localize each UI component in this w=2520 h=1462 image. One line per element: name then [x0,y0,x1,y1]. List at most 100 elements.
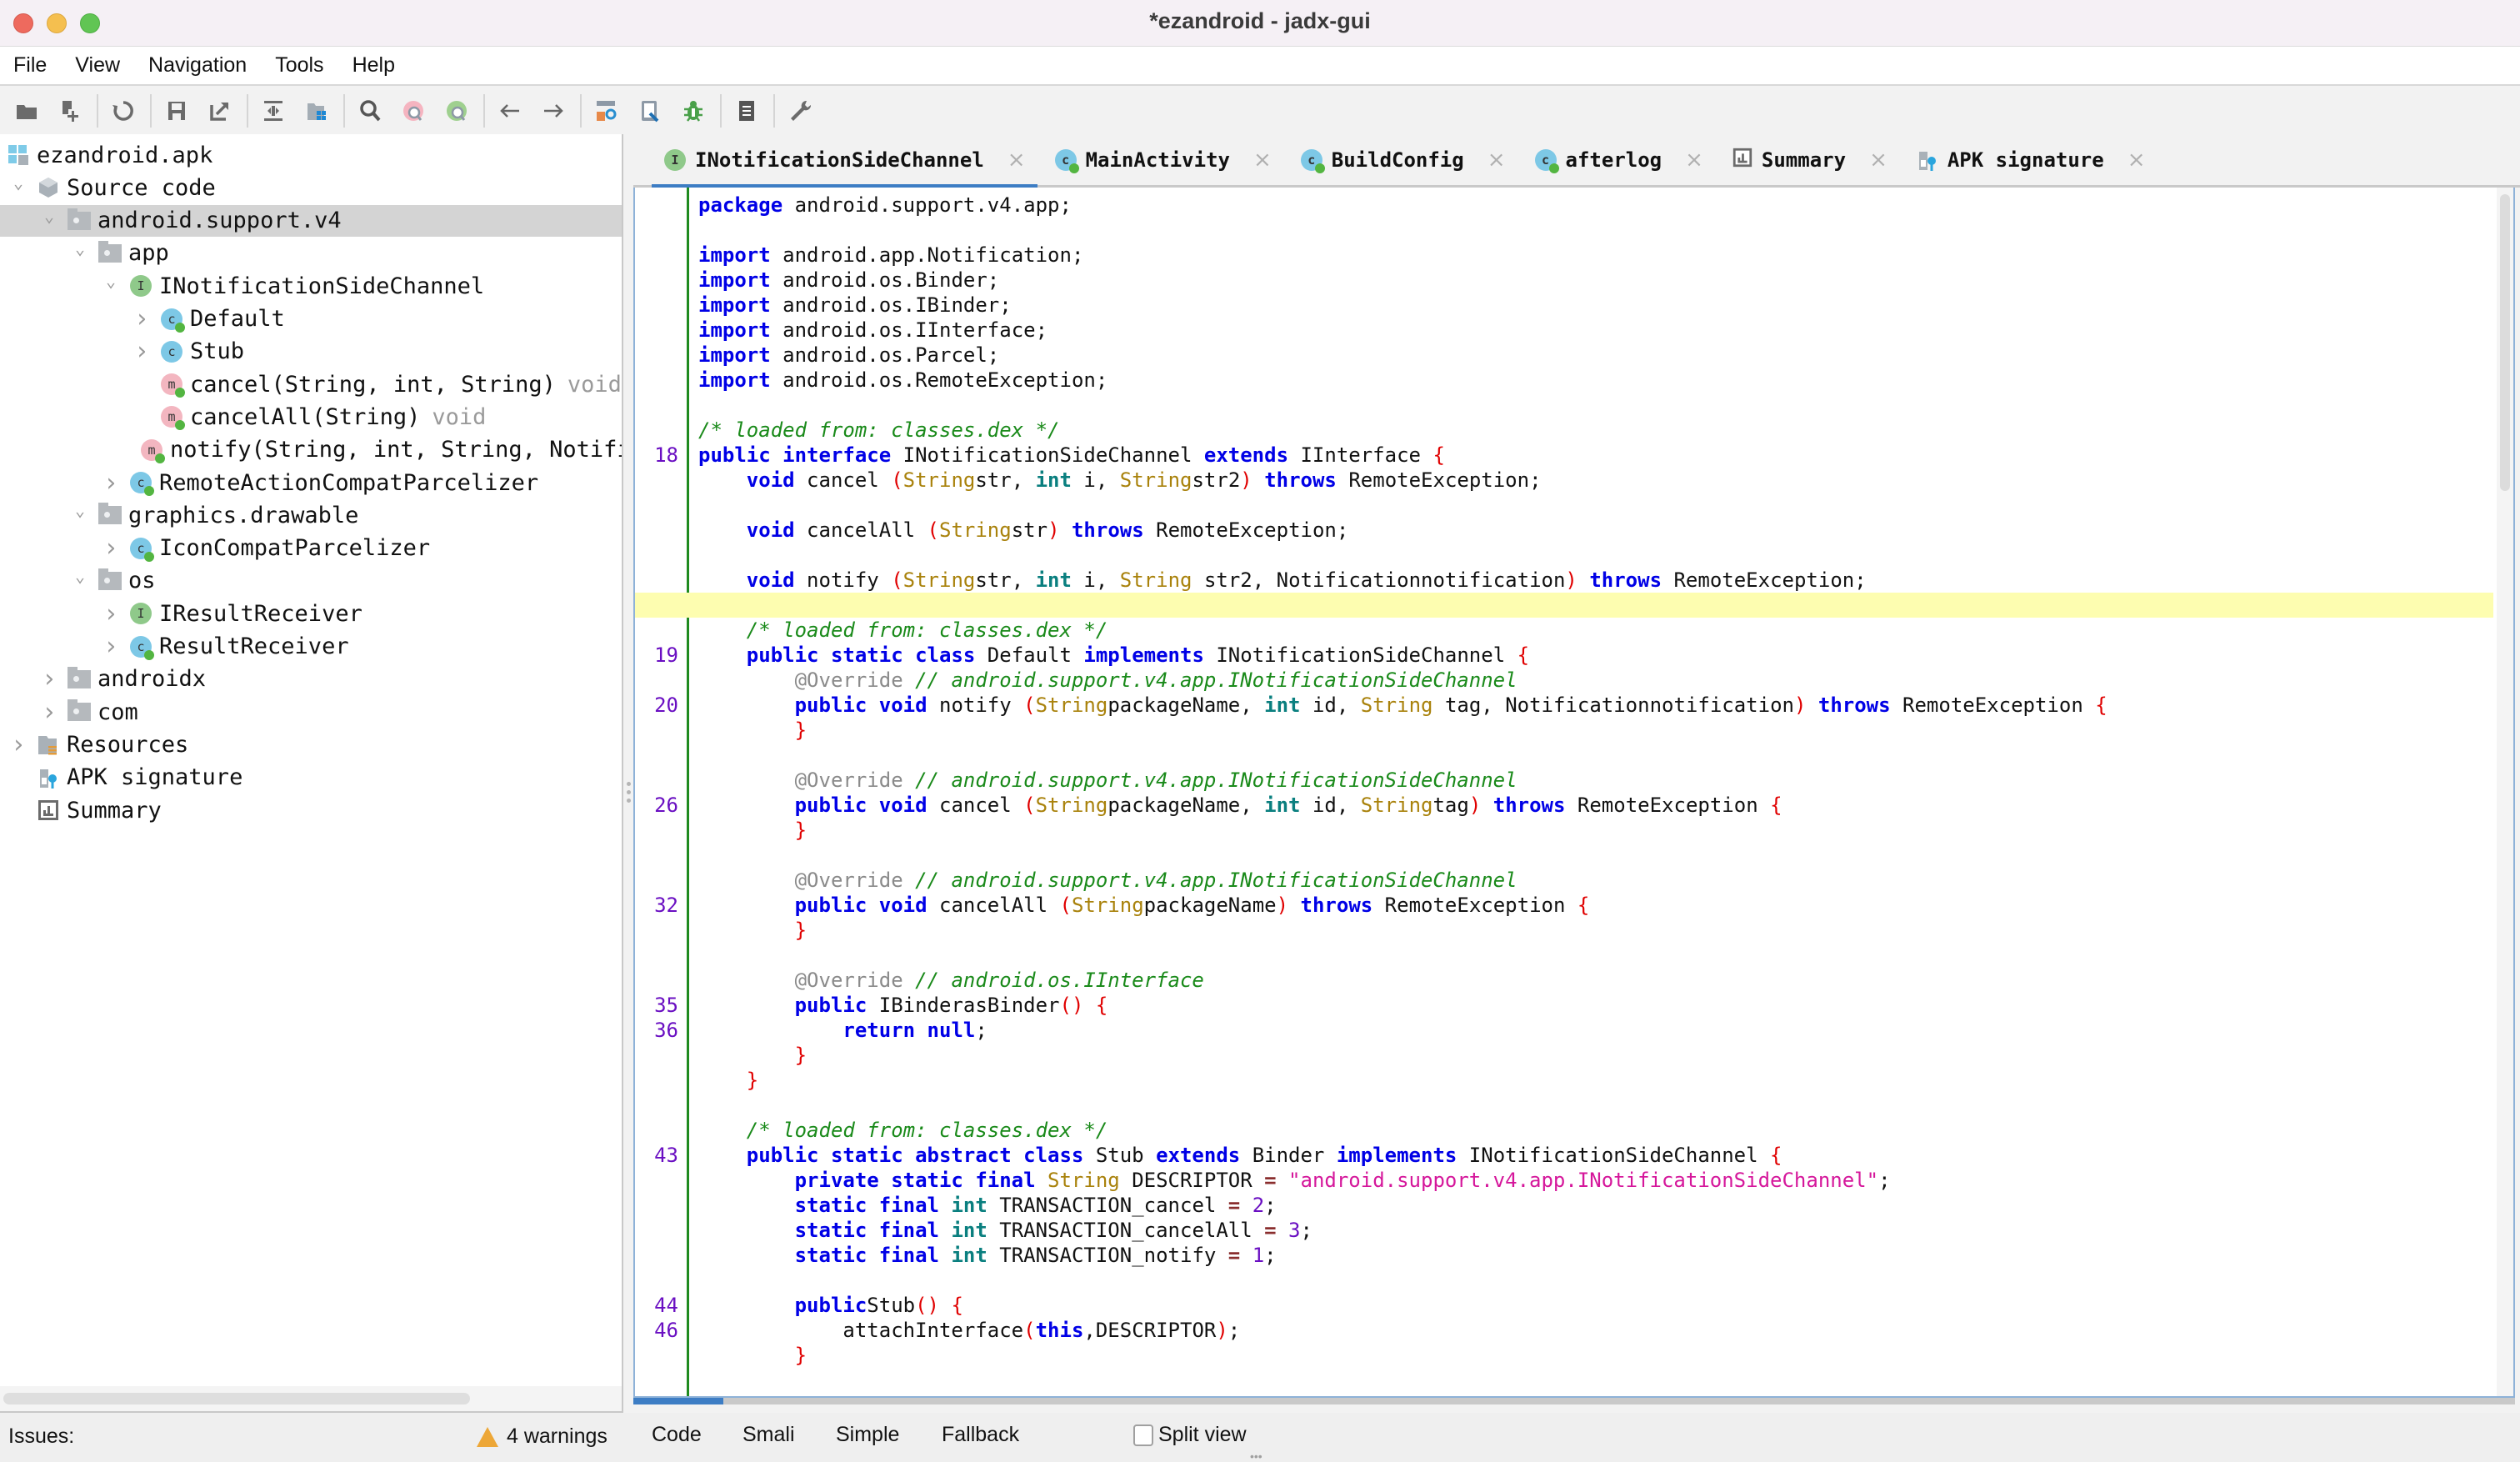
tree-node[interactable]: ⌄ graphics.drawable [0,499,622,531]
code-line[interactable]: @Override // android.os.IInterface [635,968,2493,993]
close-tab-icon[interactable]: × [1008,148,1026,173]
code-line[interactable]: } [635,718,2493,743]
tree-node[interactable]: ⌄ app [0,238,622,269]
code-line[interactable]: /* loaded from: classes.dex */ [635,1118,2493,1143]
code-line[interactable]: 44 publicStub() { [635,1293,2493,1318]
code-line[interactable]: /* loaded from: classes.dex */ [635,418,2493,443]
code-line[interactable]: 19 public static class Default implement… [635,643,2493,668]
usage-search-button[interactable] [440,94,473,128]
code-line[interactable]: 46 attachInterface(this,DESCRIPTOR); [635,1318,2493,1343]
menu-navigation[interactable]: Navigation [148,53,247,78]
export-button[interactable] [203,94,237,128]
warnings-indicator[interactable]: 4 warnings [477,1424,608,1449]
editor-tab[interactable]: I INotificationSideChannel × [652,133,1038,189]
sync-tree-button[interactable] [257,94,290,128]
chevron-right-icon[interactable]: › [101,599,121,628]
menu-view[interactable]: View [75,53,120,78]
code-line[interactable]: static final int TRANSACTION_cancel = 2; [635,1193,2493,1218]
menu-file[interactable]: File [13,53,47,78]
view-mode-code-tab[interactable]: Code [652,1423,702,1447]
close-tab-icon[interactable]: × [2128,148,2146,173]
chevron-down-icon[interactable]: ⌄ [70,238,90,258]
code-line[interactable]: } [635,818,2493,843]
add-file-button[interactable] [53,94,87,128]
chevron-right-icon[interactable]: › [101,533,121,563]
chevron-right-icon[interactable]: › [8,730,28,759]
class-search-button[interactable] [397,94,430,128]
code-line[interactable]: void notify (Stringstr, int i, String st… [635,568,2493,593]
tree-node[interactable]: › c Default [0,303,622,335]
tree-horizontal-scrollbar[interactable] [3,1393,470,1404]
code-line[interactable]: @Override // android.support.v4.app.INot… [635,668,2493,693]
close-tab-icon[interactable]: × [1869,148,1888,173]
deobfuscation-button[interactable] [590,94,623,128]
code-line[interactable] [635,493,2493,518]
tree-node[interactable]: › c Stub [0,336,622,368]
code-line[interactable]: import android.os.IInterface; [635,318,2493,343]
tree-node[interactable]: m cancel(String, int, String) void [0,368,622,400]
code-line[interactable]: 43 public static abstract class Stub ext… [635,1143,2493,1168]
code-line[interactable]: import android.os.Binder; [635,268,2493,293]
debug-bug-button[interactable] [677,94,710,128]
code-editor[interactable]: package android.support.v4.app; import an… [633,188,2515,1398]
view-mode-simple-tab[interactable]: Simple [836,1423,899,1447]
code-line[interactable]: 35 public IBinderasBinder() { [635,993,2493,1018]
code-line[interactable] [635,218,2493,243]
tree-node[interactable]: ezandroid.apk [0,139,622,171]
code-line[interactable]: } [635,1343,2493,1368]
resize-grip-icon[interactable]: ••• [1250,1449,1262,1462]
panel-splitter[interactable] [623,134,633,1413]
tree-node[interactable]: ⌄ os [0,565,622,597]
code-line[interactable]: @Override // android.support.v4.app.INot… [635,868,2493,893]
chevron-right-icon[interactable]: › [101,468,121,498]
code-line-highlighted[interactable] [635,593,2493,618]
editor-tab[interactable]: c MainActivity × [1042,133,1283,187]
chevron-down-icon[interactable]: ⌄ [70,500,90,520]
save-button[interactable] [160,94,193,128]
code-line[interactable]: import android.os.IBinder; [635,293,2493,318]
wrench-preferences-button[interactable] [783,94,817,128]
code-line[interactable]: import android.os.Parcel; [635,343,2493,368]
code-line[interactable]: static final int TRANSACTION_cancelAll =… [635,1218,2493,1243]
menu-help[interactable]: Help [352,53,395,78]
code-line[interactable] [635,843,2493,868]
code-line[interactable]: package android.support.v4.app; [635,193,2493,218]
code-line[interactable]: private static final String DESCRIPTOR =… [635,1168,2493,1193]
reload-button[interactable] [107,94,140,128]
tree-node[interactable]: › c RemoteActionCompatParcelizer [0,467,622,498]
view-mode-smali-tab[interactable]: Smali [742,1423,795,1447]
tree-node[interactable]: m cancelAll(String) void [0,401,622,433]
split-view-toggle[interactable]: Split view [1133,1423,1247,1447]
quark-button[interactable] [633,94,667,128]
tree-node[interactable]: › Resources [0,728,622,760]
chevron-right-icon[interactable]: › [39,664,59,693]
view-mode-fallback-tab[interactable]: Fallback [942,1423,1019,1447]
chevron-down-icon[interactable]: ⌄ [8,173,28,193]
open-folder-button[interactable] [10,94,43,128]
log-viewer-button[interactable] [730,94,763,128]
tree-node[interactable]: ⌄ Source code [0,172,622,203]
editor-tab[interactable]: Summary × [1720,133,1899,187]
code-line[interactable] [635,393,2493,418]
chevron-down-icon[interactable]: ⌄ [39,206,59,226]
close-tab-icon[interactable]: × [1488,148,1506,173]
tree-node[interactable]: › androidx [0,663,622,695]
tree-node[interactable]: › c ResultReceiver [0,631,622,663]
code-line[interactable] [635,943,2493,968]
tree-node[interactable]: ⌄ I INotificationSideChannel [0,270,622,302]
split-view-checkbox[interactable] [1133,1424,1153,1446]
editor-tab[interactable]: c afterlog × [1522,133,1715,187]
code-line[interactable]: } [635,918,2493,943]
tree-node[interactable]: › I IResultReceiver [0,598,622,629]
code-line[interactable]: 26 public void cancel (StringpackageName… [635,793,2493,818]
code-line[interactable] [635,743,2493,768]
chevron-down-icon[interactable]: ⌄ [101,271,121,291]
code-line[interactable]: void cancelAll (Stringstr) throws Remote… [635,518,2493,543]
code-line[interactable]: 18 public interface INotificationSideChan… [635,443,2493,468]
code-line[interactable]: } [635,1068,2493,1093]
code-line[interactable]: static final int TRANSACTION_notify = 1; [635,1243,2493,1268]
code-line[interactable]: /* loaded from: classes.dex */ [635,618,2493,643]
back-arrow-button[interactable] [493,94,527,128]
chevron-right-icon[interactable]: › [132,337,152,366]
code-line[interactable]: 20 public void notify (StringpackageName… [635,693,2493,718]
